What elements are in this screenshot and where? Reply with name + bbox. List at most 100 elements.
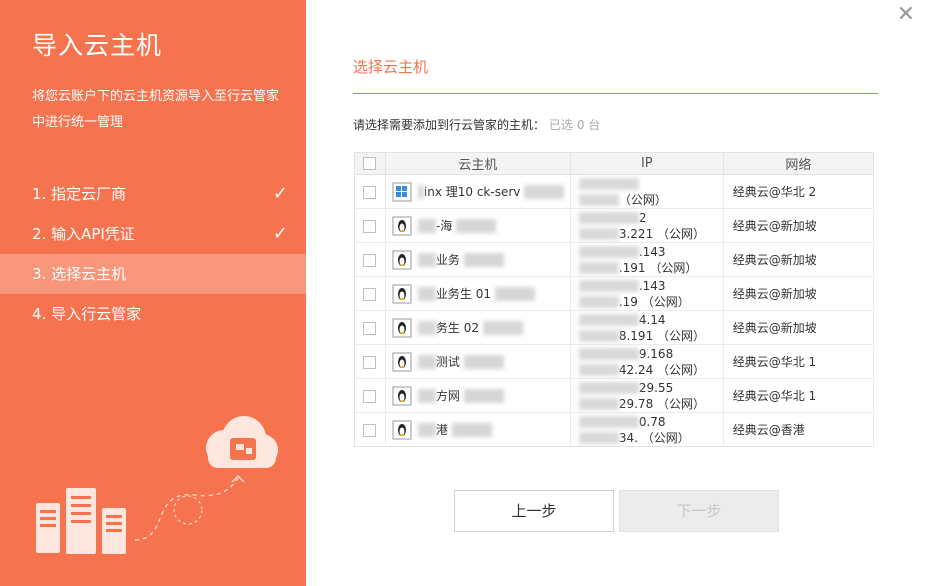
table-row[interactable]: 业务生 01.143.19 （公网） 经典云@新加坡 <box>354 276 875 311</box>
row-checkbox[interactable] <box>363 389 377 403</box>
redacted-block <box>578 212 639 224</box>
ip-public: （公网） <box>618 192 667 207</box>
windows-os-icon <box>392 182 412 201</box>
ip-cell: .143.19 （公网） <box>570 276 724 311</box>
row-check-cell <box>354 276 386 311</box>
network-cell: 经典云@新加坡 <box>723 276 875 311</box>
ip-cell: 4.14 8.191 （公网） <box>570 310 724 345</box>
section-title: 选择云主机 <box>353 58 429 76</box>
ip-public: .19 （公网） <box>618 294 690 309</box>
host-table: 云主机 IP 网络 inx 理10 ck-serv （公网） 经典云@华北 2 -海 2… <box>354 152 875 447</box>
step-2-api-credentials: 2. 输入API凭证 ✓ <box>0 214 306 254</box>
ip-public: 8.191 （公网） <box>618 328 706 343</box>
redacted-block <box>417 354 436 369</box>
step-label: 4. 导入行云管家 <box>32 305 142 323</box>
cloud-icon <box>206 416 278 468</box>
checkmark-icon: ✓ <box>272 223 288 244</box>
server-rack-icon <box>36 488 126 554</box>
step-3-select-hosts: 3. 选择云主机 <box>0 254 306 294</box>
network-cell: 经典云@新加坡 <box>723 208 875 243</box>
redacted-block <box>578 280 639 292</box>
table-row[interactable]: 业务 .143.191 （公网） 经典云@新加坡 <box>354 242 875 277</box>
ip-cell: （公网） <box>570 174 724 209</box>
row-check-cell <box>354 378 386 413</box>
linux-os-icon <box>392 284 412 303</box>
redacted-block <box>524 184 565 199</box>
host-name-cell: inx 理10 ck-serv <box>385 174 571 209</box>
redacted-block <box>578 348 639 360</box>
redacted-block <box>417 422 436 437</box>
host-name: 方网 <box>435 389 460 403</box>
step-label: 3. 选择云主机 <box>32 265 127 283</box>
redacted-block <box>578 382 639 394</box>
network-cell: 经典云@华北 1 <box>723 344 875 379</box>
section-divider <box>353 93 878 94</box>
row-check-cell <box>354 344 386 379</box>
redacted-block <box>578 262 619 274</box>
row-checkbox[interactable] <box>363 253 377 267</box>
row-checkbox[interactable] <box>363 423 377 437</box>
network-cell: 经典云@香港 <box>723 412 875 447</box>
linux-os-icon <box>392 216 412 235</box>
row-checkbox[interactable] <box>363 287 377 301</box>
redacted-block <box>463 388 504 403</box>
redacted-block <box>494 286 535 301</box>
hint-text: 请选择需要添加到行云管家的主机： <box>353 118 546 132</box>
wizard-description: 将您云账户下的云主机资源导入至行云管家中进行统一管理 <box>32 89 280 130</box>
ip-public: 3.221 （公网） <box>618 226 706 241</box>
header-network: 网络 <box>723 152 875 175</box>
header-ip: IP <box>570 152 724 175</box>
wizard-title: 导入云主机 <box>32 31 163 60</box>
ip-private: 9.168 <box>638 346 674 361</box>
wizard-sidebar: 导入云主机 将您云账户下的云主机资源导入至行云管家中进行统一管理 1. 指定云厂… <box>0 0 306 586</box>
host-name: 测试 <box>435 355 460 369</box>
redacted-block <box>417 252 436 267</box>
ip-cell: 9.168 42.24 （公网） <box>570 344 724 379</box>
linux-os-icon <box>392 250 412 269</box>
network-cell: 经典云@新加坡 <box>723 310 875 345</box>
prev-step-button[interactable]: 上一步 <box>454 490 614 532</box>
row-checkbox[interactable] <box>363 185 377 199</box>
network-cell: 经典云@华北 1 <box>723 378 875 413</box>
row-check-cell <box>354 174 386 209</box>
row-checkbox[interactable] <box>363 355 377 369</box>
redacted-block <box>417 218 436 233</box>
redacted-block <box>456 218 497 233</box>
redacted-block <box>417 388 436 403</box>
table-header-row: 云主机 IP 网络 <box>354 152 875 175</box>
linux-os-icon <box>392 318 412 337</box>
row-checkbox[interactable] <box>363 219 377 233</box>
select-all-cell <box>354 152 386 175</box>
table-row[interactable]: inx 理10 ck-serv （公网） 经典云@华北 2 <box>354 174 875 209</box>
ip-private: 29.55 <box>638 380 674 395</box>
row-check-cell <box>354 242 386 277</box>
ip-public: .191 （公网） <box>618 260 698 275</box>
checkmark-icon: ✓ <box>272 183 288 204</box>
table-row[interactable]: -海 2 3.221 （公网） 经典云@新加坡 <box>354 208 875 243</box>
selection-hint: 请选择需要添加到行云管家的主机： 已选 0 台 <box>353 116 600 133</box>
host-name-cell: 方网 <box>385 378 571 413</box>
redacted-block <box>578 432 619 444</box>
redacted-block <box>578 178 639 190</box>
row-check-cell <box>354 412 386 447</box>
redacted-block <box>451 422 492 437</box>
host-name-cell: -海 <box>385 208 571 243</box>
ip-private: .143 <box>638 278 666 293</box>
table-row[interactable]: 港 0.78 34. （公网） 经典云@香港 <box>354 412 875 447</box>
redacted-block <box>482 320 523 335</box>
table-row[interactable]: 方网 29.55 29.78 （公网） 经典云@华北 1 <box>354 378 875 413</box>
redacted-block <box>578 194 619 206</box>
redacted-block <box>463 354 504 369</box>
wizard-steps: 1. 指定云厂商 ✓ 2. 输入API凭证 ✓ 3. 选择云主机 4. 导入行云… <box>0 174 306 334</box>
redacted-block <box>578 314 639 326</box>
row-checkbox[interactable] <box>363 321 377 335</box>
table-row[interactable]: 测试 9.168 42.24 （公网） 经典云@华北 1 <box>354 344 875 379</box>
linux-os-icon <box>392 352 412 371</box>
table-row[interactable]: 务生 02 4.14 8.191 （公网） 经典云@新加坡 <box>354 310 875 345</box>
ip-public: 34. （公网） <box>618 430 690 445</box>
network-cell: 经典云@新加坡 <box>723 242 875 277</box>
ip-private: 2 <box>638 210 647 225</box>
ip-public: 29.78 （公网） <box>618 396 706 411</box>
select-all-checkbox[interactable] <box>363 157 377 170</box>
close-icon[interactable]: ✕ <box>897 2 915 27</box>
